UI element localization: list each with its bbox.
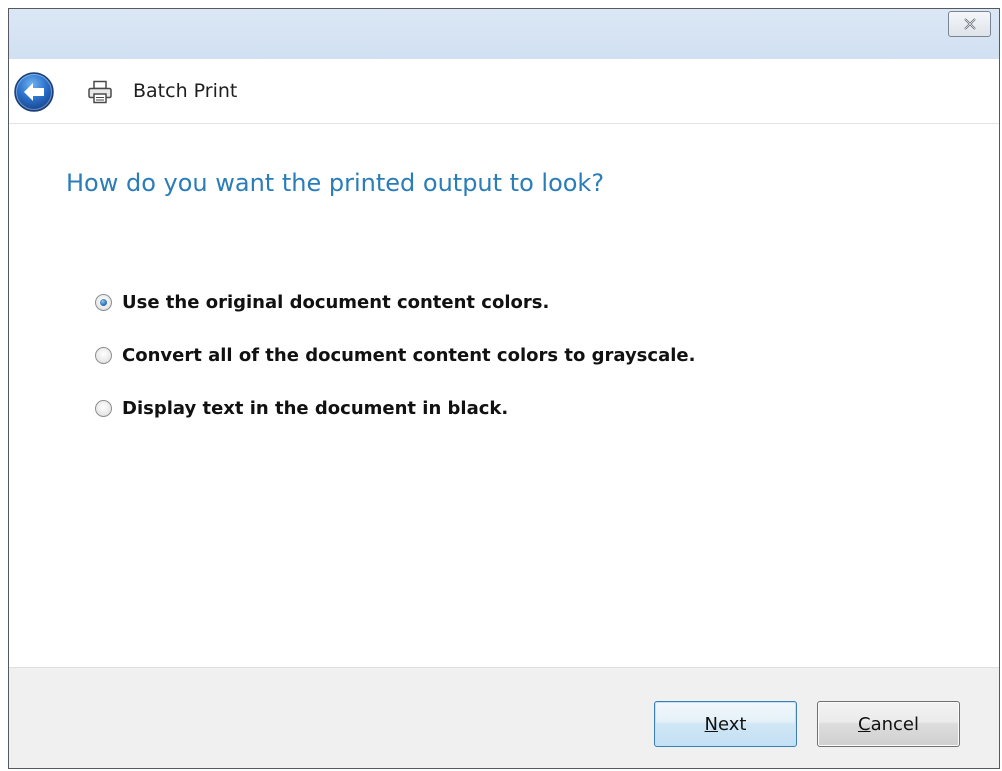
- cancel-button[interactable]: Cancel: [817, 701, 960, 747]
- title-bar: [9, 9, 999, 59]
- cancel-accelerator: C: [858, 713, 871, 735]
- option-black-text[interactable]: Display text in the document in black.: [95, 395, 695, 422]
- page-heading: How do you want the printed output to lo…: [66, 169, 605, 197]
- color-options-group: Use the original document content colors…: [95, 289, 695, 448]
- option-original-colors[interactable]: Use the original document content colors…: [95, 289, 695, 316]
- radio-black-text[interactable]: [95, 400, 112, 417]
- cancel-label-rest: ancel: [870, 713, 919, 735]
- next-accelerator: N: [704, 713, 718, 735]
- option-label: Convert all of the document content colo…: [122, 345, 696, 366]
- close-button[interactable]: [948, 11, 991, 37]
- dialog-title: Batch Print: [133, 80, 238, 102]
- batch-print-dialog: Batch Print How do you want the printed …: [8, 8, 1000, 769]
- option-label: Display text in the document in black.: [122, 398, 509, 419]
- content-area: How do you want the printed output to lo…: [9, 124, 999, 667]
- back-button[interactable]: [13, 71, 55, 113]
- radio-original-colors[interactable]: [95, 294, 112, 311]
- back-arrow-icon: [14, 72, 54, 112]
- close-icon: [963, 18, 976, 30]
- option-grayscale[interactable]: Convert all of the document content colo…: [95, 342, 695, 369]
- option-label: Use the original document content colors…: [122, 292, 550, 313]
- next-label-rest: ext: [718, 713, 747, 735]
- next-button[interactable]: Next: [654, 701, 797, 747]
- printer-icon: [88, 80, 112, 104]
- nav-bar: Batch Print: [9, 59, 999, 124]
- radio-grayscale[interactable]: [95, 347, 112, 364]
- footer-bar: Next Cancel: [9, 667, 999, 768]
